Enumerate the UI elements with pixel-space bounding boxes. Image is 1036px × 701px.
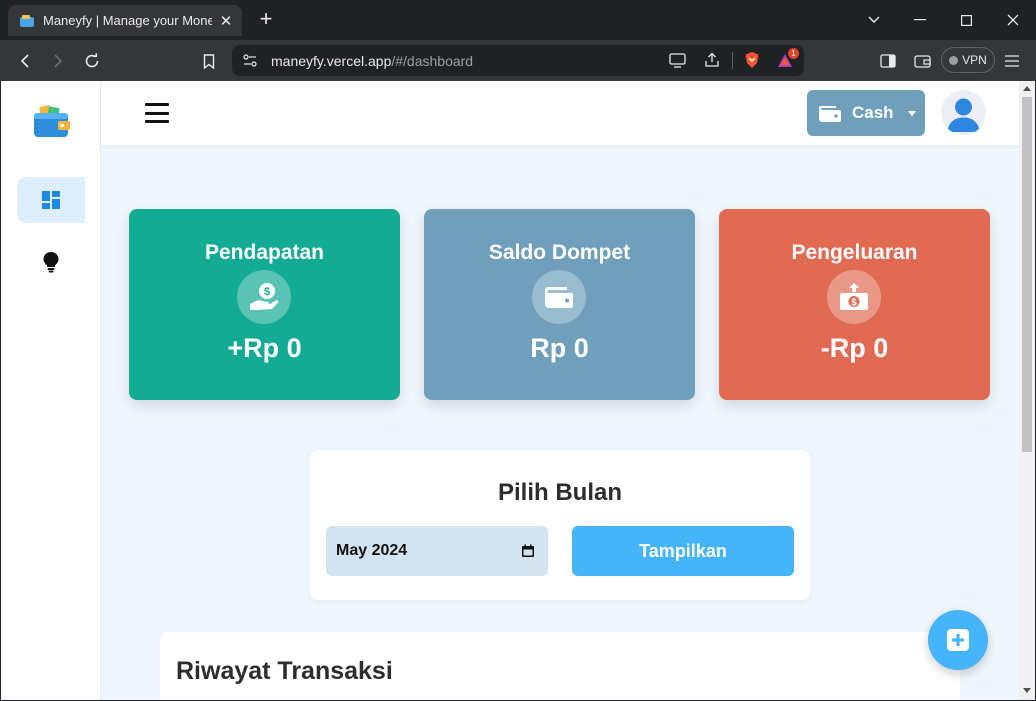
sidebar-item-dashboard[interactable] — [17, 177, 85, 223]
lightbulb-icon — [43, 252, 59, 273]
maximize-button[interactable] — [956, 10, 976, 30]
expense-title: Pengeluaran — [791, 241, 918, 264]
cast-icon[interactable] — [669, 53, 686, 68]
browser-tab[interactable]: Maneyfy | Manage your Money ✕ — [8, 5, 242, 36]
dashboard-icon — [42, 191, 60, 209]
calendar-icon[interactable] — [521, 544, 535, 558]
close-window-button[interactable] — [1003, 10, 1023, 30]
close-tab-icon[interactable]: ✕ — [218, 12, 234, 30]
user-icon — [947, 98, 980, 132]
minimize-button[interactable] — [910, 10, 930, 30]
transaction-history-panel: Riwayat Transaksi — [160, 632, 960, 700]
plus-square-icon — [947, 629, 969, 651]
add-transaction-button[interactable] — [928, 610, 988, 670]
wallet-balance-title: Saldo Dompet — [488, 241, 631, 264]
wallet-selector-button[interactable]: Cash — [807, 90, 925, 136]
page-viewport: Cash Pendapatan $ +Rp 0 Saldo Dompet Rp … — [1, 81, 1019, 700]
income-value: +Rp 0 — [227, 333, 302, 363]
wallet-selector-label: Cash — [852, 103, 894, 122]
scrollbar-thumb[interactable] — [1022, 97, 1032, 452]
svg-text:$: $ — [851, 298, 857, 309]
brave-shield-icon[interactable] — [744, 51, 760, 69]
month-input-value: May 2024 — [336, 542, 408, 559]
month-picker-title: Pilih Bulan — [497, 479, 622, 506]
scroll-down-icon[interactable] — [1023, 688, 1031, 693]
svg-text:$: $ — [264, 286, 270, 298]
bookmark-icon[interactable] — [198, 50, 220, 72]
url-host: maneyfy.vercel.app — [271, 52, 392, 69]
wallet-favicon-icon — [20, 14, 34, 27]
expense-card: Pengeluaran $ -Rp 0 — [719, 209, 990, 400]
chevron-down-icon — [907, 110, 916, 116]
money-envelope-icon: $ — [827, 270, 881, 324]
site-settings-icon[interactable] — [243, 54, 257, 67]
wallet-icon[interactable] — [911, 50, 933, 72]
hamburger-menu-icon[interactable] — [145, 103, 169, 123]
browser-titlebar: Maneyfy | Manage your Money ✕ + — [0, 0, 1036, 40]
wallet-balance-card: Saldo Dompet Rp 0 — [424, 209, 695, 400]
maneyfy-logo[interactable] — [33, 105, 71, 139]
app-topbar: Cash — [101, 81, 1019, 145]
page-scrollbar[interactable] — [1019, 81, 1035, 700]
month-picker-panel: Pilih Bulan May 2024 Tampilkan — [310, 450, 810, 600]
income-card: Pendapatan $ +Rp 0 — [129, 209, 400, 400]
wallet-icon — [532, 270, 586, 324]
app-sidebar — [1, 81, 101, 700]
expense-value: -Rp 0 — [820, 333, 889, 363]
scroll-up-icon[interactable] — [1023, 86, 1031, 91]
transaction-history-title: Riwayat Transaksi — [176, 657, 393, 685]
back-button[interactable] — [14, 50, 36, 72]
income-title: Pendapatan — [204, 241, 325, 264]
notification-badge: 1 — [788, 48, 799, 59]
money-hand-icon: $ — [237, 270, 291, 324]
vpn-label: VPN — [962, 53, 987, 67]
omnibox-divider — [732, 52, 733, 69]
month-input[interactable]: May 2024 — [326, 526, 548, 576]
url-path: /#/dashboard — [391, 52, 474, 69]
sidebar-toggle-icon[interactable] — [877, 50, 899, 72]
user-avatar[interactable] — [941, 90, 986, 135]
wallet-balance-value: Rp 0 — [530, 333, 589, 363]
sidebar-item-tips[interactable] — [17, 239, 85, 285]
menu-icon[interactable] — [1001, 50, 1023, 72]
tab-title: Maneyfy | Manage your Money — [43, 13, 212, 28]
show-button[interactable]: Tampilkan — [572, 526, 794, 576]
reload-button[interactable] — [81, 50, 103, 72]
tab-search-icon[interactable] — [864, 10, 884, 30]
vpn-button[interactable]: VPN — [941, 47, 995, 73]
wallet-icon — [819, 106, 841, 122]
new-tab-button[interactable]: + — [256, 8, 276, 30]
address-bar[interactable]: maneyfy.vercel.app /#/dashboard 1 — [232, 45, 804, 76]
vpn-status-icon — [949, 55, 959, 65]
share-icon[interactable] — [704, 52, 720, 68]
forward-button[interactable] — [47, 50, 69, 72]
